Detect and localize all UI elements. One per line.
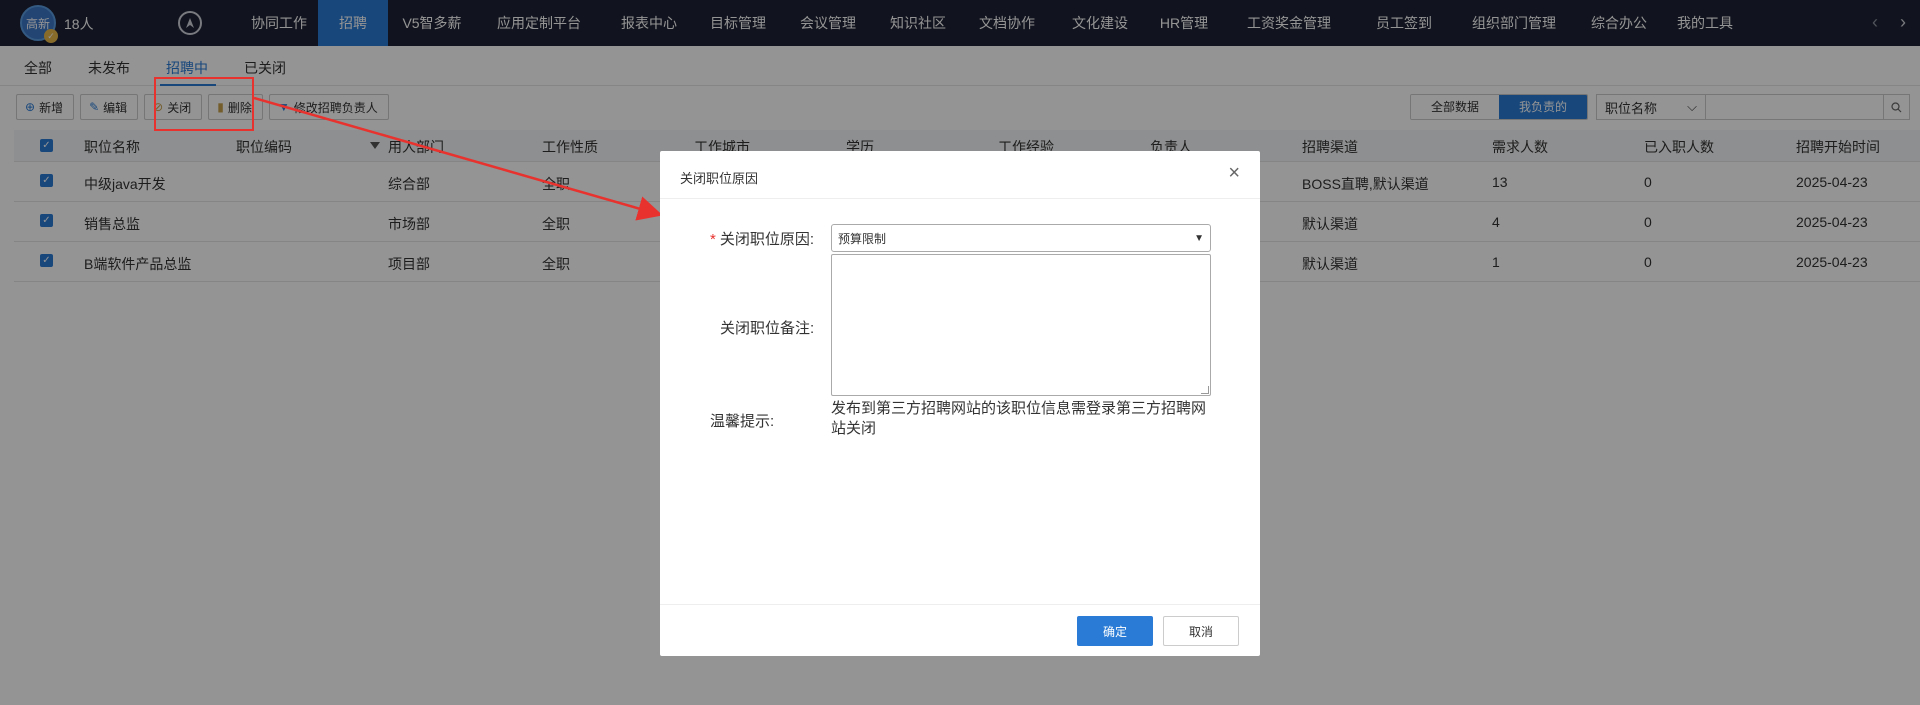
tip-text: 发布到第三方招聘网站的该职位信息需登录第三方招聘网站关闭: [831, 400, 1207, 437]
close-position-dialog: 关闭职位原因 × * 关闭职位原因: 预算限制 ▼ 关闭职位备注: 温馨提示: 发…: [660, 151, 1260, 656]
reason-label: * 关闭职位原因:: [710, 231, 815, 248]
dialog-header: 关闭职位原因 ×: [660, 151, 1260, 199]
chevron-down-icon: ▼: [1194, 232, 1204, 244]
reason-select[interactable]: 预算限制 ▼: [831, 224, 1211, 252]
dialog-footer: 确定 取消: [660, 604, 1260, 656]
resize-grip-icon[interactable]: [1201, 386, 1209, 394]
confirm-button[interactable]: 确定: [1077, 616, 1153, 646]
close-icon[interactable]: ×: [1228, 163, 1240, 183]
cancel-button[interactable]: 取消: [1163, 616, 1239, 646]
remark-label: 关闭职位备注:: [720, 320, 815, 337]
remark-textarea[interactable]: [831, 254, 1211, 396]
tip-label: 温馨提示:: [710, 413, 775, 430]
dialog-title: 关闭职位原因: [680, 171, 759, 186]
